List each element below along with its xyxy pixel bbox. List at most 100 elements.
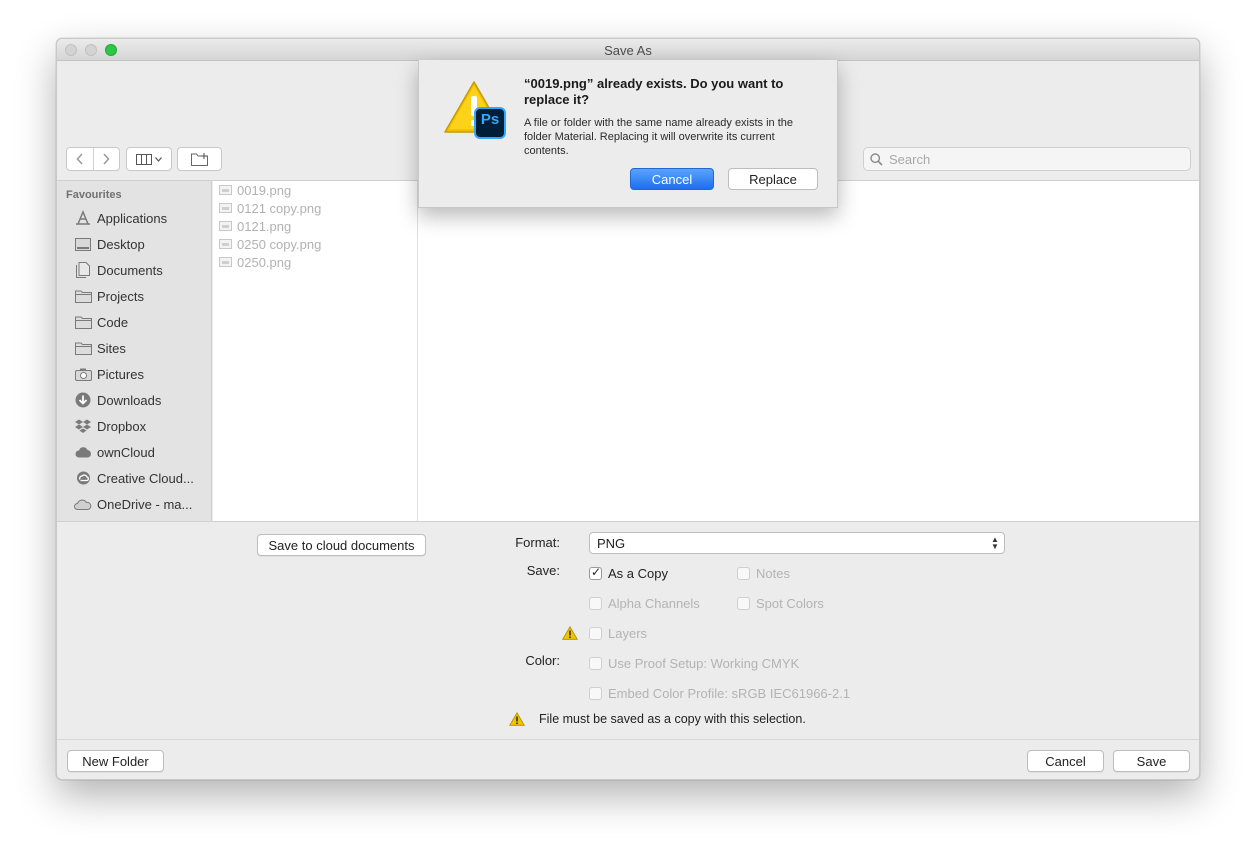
new-folder-icon (190, 152, 208, 166)
file-item[interactable]: 0250.png (219, 253, 291, 271)
onedrive-icon (74, 496, 92, 512)
file-browser-column: 0019.png 0121 copy.png 0121.png 0250 cop… (213, 181, 418, 521)
save-to-cloud-button[interactable]: Save to cloud documents (257, 534, 426, 556)
save-button[interactable]: Save (1113, 750, 1190, 772)
layers-checkbox[interactable]: Layers (589, 626, 647, 641)
format-label: Format: (515, 535, 560, 550)
alert-message: A file or folder with the same name alre… (524, 117, 794, 157)
sidebar-item-label: OneDrive - ma... (97, 496, 193, 512)
sidebar-item-projects[interactable]: Projects (74, 285, 209, 307)
file-name: 0250.png (237, 254, 292, 270)
desktop-icon (74, 236, 92, 252)
checkbox-label: Layers (608, 626, 648, 641)
checkbox-box[interactable] (589, 627, 602, 640)
creative-cloud-icon (74, 470, 92, 486)
folder-icon (74, 314, 92, 330)
as-a-copy-checkbox[interactable]: As a Copy (589, 565, 668, 581)
sidebar-item-label: Pictures (97, 366, 144, 382)
file-item[interactable]: 0121 copy.png (219, 199, 321, 217)
sidebar-item-applications[interactable]: Applications (74, 207, 209, 229)
checkbox-box[interactable] (589, 657, 602, 670)
use-proof-setup-checkbox[interactable]: Use Proof Setup: Working CMYK (589, 656, 799, 671)
sidebar-item-sites[interactable]: Sites (74, 337, 209, 359)
file-browser-empty-column (418, 181, 1199, 521)
replace-alert-sheet: Ps “0019.png” already exists. Do you wan… (418, 60, 838, 208)
alert-cancel-button[interactable]: Cancel (630, 168, 714, 190)
download-icon (74, 392, 92, 408)
bottom-bar: New Folder Cancel Save (57, 739, 1199, 779)
file-item[interactable]: 0121.png (219, 217, 291, 235)
checkbox-label: As a Copy (608, 566, 668, 581)
file-name: 0121.png (237, 218, 292, 234)
notes-checkbox[interactable]: Notes (737, 566, 790, 581)
checkbox-label: Alpha Channels (608, 596, 700, 611)
sidebar-item-label: Applications (97, 210, 168, 226)
copy-warning-text: File must be saved as a copy with this s… (539, 712, 806, 726)
sidebar-item-label: Creative Cloud... (97, 470, 194, 486)
column-view-icon (136, 153, 152, 165)
image-file-icon (219, 203, 232, 213)
checkbox-box[interactable] (589, 597, 602, 610)
checkbox-label: Notes (756, 566, 790, 581)
sidebar-item-documents[interactable]: Documents (74, 259, 209, 281)
sidebar-heading-favourites: Favourites (66, 189, 122, 201)
embed-color-profile-checkbox[interactable]: Embed Color Profile: sRGB IEC61966-2.1 (589, 686, 850, 701)
dropbox-icon (74, 418, 92, 434)
save-label: Save: (526, 563, 560, 578)
format-select[interactable]: PNG ▲ ▼ (589, 532, 1005, 554)
sidebar-item-desktop[interactable]: Desktop (74, 233, 209, 255)
sidebar-item-label: Downloads (97, 392, 162, 408)
alert-title: “0019.png” already exists. Do you want t… (524, 76, 784, 107)
file-name: 0019.png (237, 182, 292, 198)
sidebar-item-label: Projects (97, 288, 144, 304)
checkbox-label: Embed Color Profile: sRGB IEC61966-2.1 (608, 686, 851, 701)
navigation-group (66, 147, 120, 171)
chevron-right-icon (103, 153, 110, 165)
checkbox-box[interactable] (589, 687, 602, 700)
image-file-icon (219, 221, 232, 231)
sidebar-item-dropbox[interactable]: Dropbox (74, 415, 209, 437)
view-mode-button[interactable] (126, 147, 172, 171)
save-options-panel: Save to cloud documents Format: PNG ▲ ▼ S… (57, 521, 1199, 739)
checkbox-box[interactable] (737, 567, 750, 580)
new-folder-button[interactable]: New Folder (67, 750, 164, 772)
select-arrows-icon: ▲ ▼ (991, 535, 999, 551)
format-value: PNG (597, 535, 626, 551)
folder-icon (74, 288, 92, 304)
alpha-channels-checkbox[interactable]: Alpha Channels (589, 596, 700, 611)
sidebar-item-label: Documents (97, 262, 163, 278)
new-folder-toolbar-button[interactable] (177, 147, 222, 171)
sidebar-item-pictures[interactable]: Pictures (74, 363, 209, 385)
alert-replace-button[interactable]: Replace (728, 168, 818, 190)
search-input[interactable] (889, 151, 1169, 167)
sidebar-item-downloads[interactable]: Downloads (74, 389, 209, 411)
spot-colors-checkbox[interactable]: Spot Colors (737, 596, 824, 611)
image-file-icon (219, 185, 232, 195)
checkbox-box[interactable] (589, 565, 602, 580)
sidebar-item-onedrive[interactable]: OneDrive - ma... (74, 493, 209, 515)
camera-icon (74, 366, 92, 382)
sidebar-item-creative-cloud[interactable]: Creative Cloud... (74, 467, 209, 489)
sidebar-item-code[interactable]: Code (74, 311, 209, 333)
cancel-button[interactable]: Cancel (1027, 750, 1104, 772)
back-button[interactable] (67, 148, 93, 170)
file-item[interactable]: 0019.png (219, 181, 291, 199)
sidebar-item-label: ownCloud (97, 444, 155, 460)
sidebar-item-label: Code (97, 314, 129, 330)
search-field[interactable] (863, 147, 1191, 171)
file-name: 0121 copy.png (237, 200, 322, 216)
file-item[interactable]: 0250 copy.png (219, 235, 321, 253)
search-icon (870, 152, 883, 166)
checkbox-label: Use Proof Setup: Working CMYK (608, 656, 800, 671)
sidebar-item-owncloud[interactable]: ownCloud (74, 441, 209, 463)
checkbox-label: Spot Colors (756, 596, 824, 611)
sidebar: Favourites Applications Desktop Document… (57, 181, 212, 521)
chevron-down-icon (155, 156, 162, 162)
checkbox-box[interactable] (737, 597, 750, 610)
warning-icon (509, 712, 525, 726)
forward-button[interactable] (92, 148, 120, 170)
image-file-icon (219, 239, 232, 249)
applications-icon (74, 210, 92, 226)
sidebar-item-label: Desktop (97, 236, 145, 252)
sidebar-item-label: Dropbox (97, 418, 147, 434)
